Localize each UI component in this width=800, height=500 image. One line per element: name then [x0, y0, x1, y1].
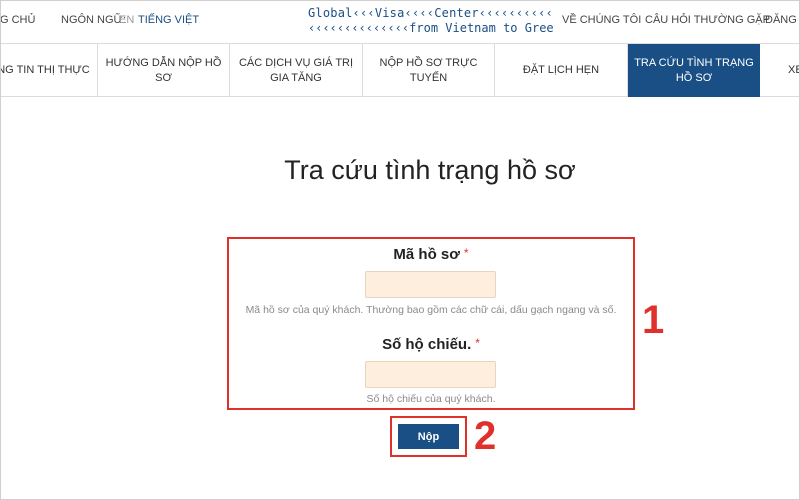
annotation-marker-2: 2 — [474, 414, 497, 458]
page-title: Tra cứu tình trạng hồ sơ — [284, 155, 576, 185]
logo-line-2: ‹‹‹‹‹‹‹‹‹‹‹‹‹‹from Vietnam to Greece — [308, 21, 554, 35]
about-link[interactable]: VỀ CHÚNG TÔI — [562, 14, 641, 26]
required-mark: * — [475, 336, 480, 350]
main-nav: NG TIN THỊ THỰC HƯỚNG DẪN NỘP HỒ SƠ CÁC … — [0, 44, 800, 97]
passport-input[interactable] — [365, 361, 496, 388]
nav-value-added-services[interactable]: CÁC DỊCH VỤ GIÁ TRỊ GIA TĂNG — [230, 44, 363, 97]
submit-button[interactable]: Nộp — [398, 424, 459, 449]
site-logo[interactable]: Global‹‹‹Visa‹‹‹‹Center‹‹‹‹‹‹‹‹‹‹ ‹‹‹‹‹‹ … — [308, 6, 554, 36]
nav-label: NỘP HỒ SƠ TRỰC TUYẾN — [379, 56, 478, 84]
language-label: NGÔN NGỮ: — [61, 14, 127, 26]
nav-online-application[interactable]: NỘP HỒ SƠ TRỰC TUYẾN — [363, 44, 495, 97]
nav-label: HƯỚNG DẪN NỘP HỒ SƠ — [105, 56, 222, 84]
nav-visa-info[interactable]: NG TIN THỊ THỰC — [0, 44, 98, 97]
application-code-input[interactable] — [365, 271, 496, 298]
nav-more[interactable]: XE — [760, 44, 800, 97]
language-en-link[interactable]: EN — [119, 14, 134, 26]
nav-book-appointment[interactable]: ĐẶT LỊCH HẸN — [495, 44, 628, 97]
nav-label: NG TIN THỊ THỰC — [0, 64, 90, 76]
annotation-box-2: Nộp — [390, 416, 467, 457]
logo-line-1: Global‹‹‹Visa‹‹‹‹Center‹‹‹‹‹‹‹‹‹‹‹‹‹‹‹‹ — [308, 6, 554, 20]
nav-label: XE — [788, 64, 800, 76]
application-code-hint: Mã hồ sơ của quý khách. Thường bao gồm c… — [245, 304, 617, 316]
nav-track-application[interactable]: TRA CỨU TÌNH TRẠNG HỒ SƠ — [628, 44, 760, 97]
passport-label-text: Số hộ chiếu. — [382, 336, 472, 353]
passport-hint: Số hộ chiếu của quý khách. — [366, 393, 496, 405]
nav-label: TRA CỨU TÌNH TRẠNG HỒ SƠ — [634, 56, 754, 84]
nav-application-guide[interactable]: HƯỚNG DẪN NỘP HỒ SƠ — [98, 44, 230, 97]
application-code-label: Mã hồ sơ * — [229, 246, 633, 263]
annotation-box-1: Mã hồ sơ * Mã hồ sơ của quý khách. Thường… — [227, 237, 635, 410]
top-bar: G CHỦ NGÔN NGỮ: EN TIẾNG VIỆT Global‹‹‹V… — [0, 0, 800, 44]
application-code-label-text: Mã hồ sơ — [393, 246, 460, 263]
passport-label: Số hộ chiếu. * — [229, 336, 633, 353]
home-link[interactable]: G CHỦ — [0, 14, 35, 26]
faq-link[interactable]: CÂU HỎI THƯỜNG GẶP — [645, 14, 770, 26]
nav-label: ĐẶT LỊCH HẸN — [522, 64, 600, 76]
required-mark: * — [463, 246, 469, 260]
language-vi-link[interactable]: TIẾNG VIỆT — [138, 14, 199, 26]
register-link[interactable]: ĐĂNG K — [765, 14, 800, 26]
annotation-marker-1: 1 — [642, 298, 665, 342]
nav-label: CÁC DỊCH VỤ GIÁ TRỊ GIA TĂNG — [238, 56, 354, 84]
